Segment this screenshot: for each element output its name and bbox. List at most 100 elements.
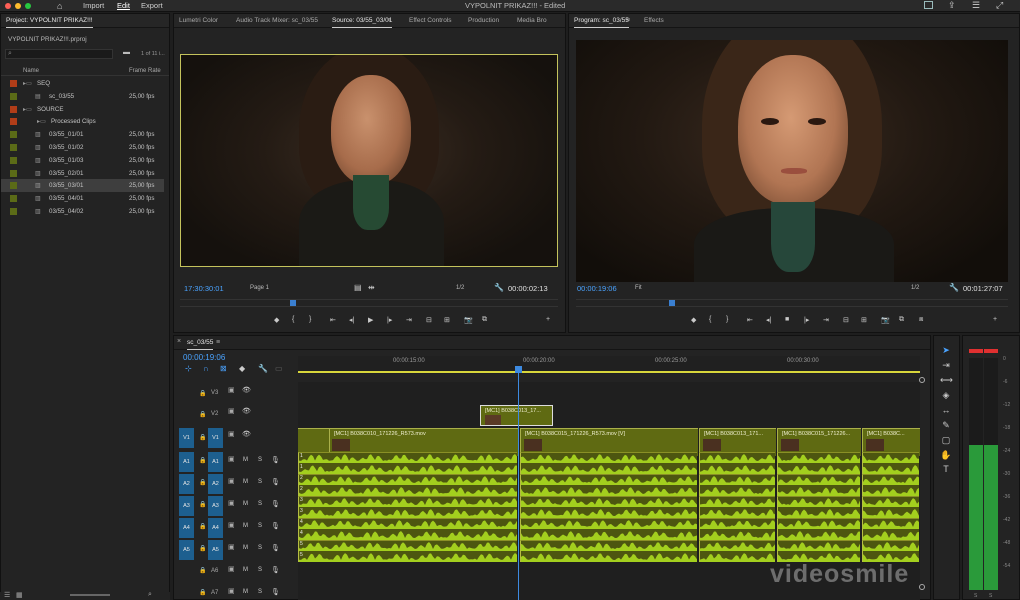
mute-button[interactable]: M (243, 589, 248, 595)
ripple-edit-tool-icon[interactable]: ⟷ (940, 374, 953, 386)
project-item-row[interactable]: ▥ 03/55_04/02 25,00 fps (1, 205, 164, 218)
project-item-row[interactable]: ▥ 03/55_04/01 25,00 fps (1, 192, 164, 205)
audio-clip[interactable] (298, 518, 517, 540)
tab-sequence[interactable]: sc_03/55 (187, 339, 214, 350)
camera-icon[interactable]: 📷 (881, 316, 890, 324)
label-color-swatch[interactable] (10, 105, 17, 113)
mark-out-icon[interactable]: } (726, 316, 728, 323)
step-forward-icon[interactable]: |▸ (804, 316, 809, 324)
project-item-row[interactable]: ▥ 03/55_01/02 25,00 fps (1, 141, 164, 154)
timeline-playhead-handle[interactable] (515, 366, 522, 373)
project-item-row[interactable]: ▥ 03/55_03/01 25,00 fps (1, 179, 164, 193)
voice-over-mic-icon[interactable]: 🎙 (271, 456, 280, 464)
rectangle-tool-icon[interactable]: ▢ (940, 434, 952, 446)
clip-indicator-left[interactable] (969, 349, 983, 353)
sync-lock-icon[interactable]: ▣ (228, 499, 235, 507)
label-color-swatch[interactable] (10, 182, 17, 190)
progress-icon[interactable]: ☰ (972, 0, 980, 11)
audio-clip[interactable] (298, 474, 517, 496)
camera-icon[interactable]: 📷 (464, 316, 473, 324)
track-select-tool-icon[interactable]: ⇥ (940, 359, 952, 371)
work-area-bar[interactable] (298, 371, 920, 373)
program-timecode[interactable]: 00:00:19:06 (577, 284, 617, 293)
go-to-in-icon[interactable]: ⇤ (330, 316, 336, 324)
zoom-slider[interactable] (70, 594, 110, 596)
audio-clip[interactable] (862, 496, 919, 518)
audio-clip[interactable] (777, 540, 860, 562)
audio-clip[interactable] (699, 496, 775, 518)
source-settings-icon[interactable]: ▤ (354, 283, 362, 292)
project-item-row[interactable]: ▥ 03/55_01/03 25,00 fps (1, 154, 164, 167)
track-target-v2[interactable]: V2 (211, 411, 218, 417)
close-sequence-icon[interactable]: × (177, 338, 181, 345)
audio-clip[interactable] (520, 496, 697, 518)
menu-import[interactable]: Import (83, 1, 104, 10)
track-lock-icon[interactable]: 🔒 (199, 523, 206, 530)
track-target-a2[interactable]: A2 (208, 474, 223, 494)
project-bin-row[interactable]: ▸▭ SEQ (1, 77, 164, 90)
audio-clip[interactable] (520, 540, 697, 562)
source-patch-v1[interactable]: V1 (179, 428, 194, 448)
play-icon[interactable]: ▶ (368, 316, 373, 324)
mute-button[interactable]: M (243, 501, 248, 507)
track-target-a1[interactable]: A1 (208, 452, 223, 472)
film-icon[interactable]: ▣ (228, 386, 235, 394)
film-icon[interactable]: ▣ (228, 430, 235, 438)
fullscreen-icon[interactable]: ⤢ (996, 0, 1003, 11)
type-tool-icon[interactable]: T (940, 463, 952, 475)
label-color-swatch[interactable] (10, 156, 17, 164)
go-to-out-icon[interactable]: ⇥ (406, 316, 412, 324)
source-panel-menu-icon[interactable]: ≡ (387, 17, 391, 24)
sync-lock-icon[interactable]: ▣ (228, 565, 235, 573)
track-target-a7[interactable]: A7 (211, 590, 218, 596)
track-target-v1[interactable]: V1 (208, 428, 223, 448)
voice-over-mic-icon[interactable]: 🎙 (271, 522, 280, 530)
selection-tool-icon[interactable]: ➤ (940, 344, 952, 356)
film-icon[interactable]: ▣ (228, 407, 235, 415)
go-to-in-icon[interactable]: ⇤ (747, 316, 753, 324)
minimize-window-button[interactable] (15, 3, 21, 9)
track-lock-icon[interactable]: 🔒 (199, 390, 206, 397)
source-patch-a4[interactable]: A4 (179, 518, 194, 538)
eye-icon[interactable]: 👁 (242, 430, 251, 438)
audio-clip[interactable] (862, 518, 919, 540)
source-patch-a1[interactable]: A1 (179, 452, 194, 472)
add-marker-icon[interactable]: ◆ (239, 364, 245, 373)
step-back-icon[interactable]: ◂| (349, 316, 354, 324)
track-target-a3[interactable]: A3 (208, 496, 223, 516)
timeline-clip-v2[interactable]: [MC1] B038C013_17... (480, 405, 553, 426)
mute-button[interactable]: M (243, 545, 248, 551)
column-name[interactable]: Name (23, 68, 39, 74)
tab-program[interactable]: Program: sc_03/55 (574, 17, 629, 28)
audio-clip[interactable] (520, 452, 697, 474)
step-forward-icon[interactable]: |▸ (387, 316, 392, 324)
project-item-row[interactable]: ▥ 03/55_01/01 25,00 fps (1, 128, 164, 141)
program-scrubber[interactable] (576, 299, 1008, 307)
source-playhead[interactable] (290, 300, 296, 306)
tab-effect-controls[interactable]: Effect Controls (409, 17, 452, 24)
track-lock-icon[interactable]: 🔒 (199, 434, 206, 441)
label-color-swatch[interactable] (10, 144, 17, 151)
mark-in-icon[interactable]: { (709, 316, 711, 323)
mute-button[interactable]: M (243, 479, 248, 485)
source-scrubber[interactable] (180, 299, 558, 307)
voice-over-mic-icon[interactable]: 🎙 (271, 500, 280, 508)
share-icon[interactable]: ⇪ (948, 0, 956, 11)
source-patch-a3[interactable]: A3 (179, 496, 194, 516)
go-to-out-icon[interactable]: ⇥ (823, 316, 829, 324)
overwrite-icon[interactable]: ⊞ (444, 316, 450, 324)
step-back-icon[interactable]: ◂| (766, 316, 771, 324)
razor-tool-icon[interactable]: ◈ (940, 389, 952, 401)
source-resolution-select[interactable]: 1/2 (456, 285, 464, 291)
tab-media-browser[interactable]: Media Bro (517, 17, 547, 24)
clip-indicator-right[interactable] (984, 349, 998, 353)
tab-production[interactable]: Production (468, 17, 499, 24)
project-bin-row[interactable]: ▸▭ SOURCE (1, 103, 164, 116)
solo-right-button[interactable]: S (989, 593, 992, 599)
mark-in-icon[interactable]: { (292, 316, 294, 323)
solo-button[interactable]: S (258, 589, 262, 595)
solo-button[interactable]: S (258, 479, 262, 485)
close-window-button[interactable] (5, 3, 11, 9)
audio-clip[interactable] (298, 496, 517, 518)
audio-clip[interactable] (520, 518, 697, 540)
